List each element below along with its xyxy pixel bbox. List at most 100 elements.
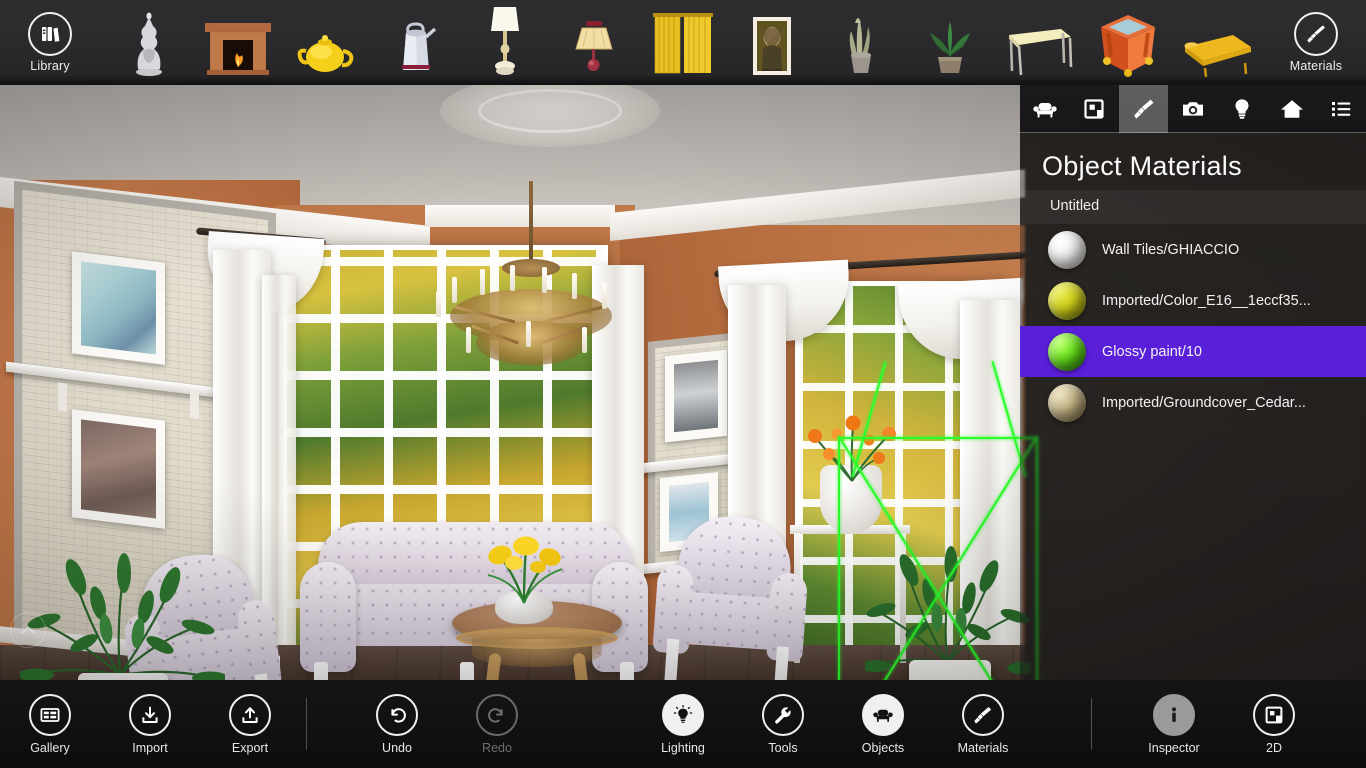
- orange-flower-arrangement: [795, 415, 910, 485]
- redo-label: Redo: [482, 740, 512, 755]
- paintbrush-icon: [962, 693, 1004, 736]
- panel-tab-objects[interactable]: [1020, 85, 1069, 133]
- material-swatch-1: [1048, 281, 1086, 320]
- toolbar-divider-2: [1091, 698, 1092, 750]
- material-row-0[interactable]: Wall Tiles/GHIACCIO: [1020, 224, 1366, 275]
- toolbar-divider-1: [306, 698, 307, 750]
- application-window: Library Materials Object Materials Untit…: [0, 0, 1366, 768]
- redo-button[interactable]: Redo: [447, 680, 547, 768]
- sofa-arm-left: [300, 562, 356, 672]
- plant-right[interactable]: [859, 520, 1039, 680]
- panel-tab-bar[interactable]: [1020, 85, 1366, 133]
- export-icon: [229, 693, 271, 736]
- chandelier-tier-lower: [476, 321, 586, 365]
- gallery-button[interactable]: Gallery: [0, 680, 100, 768]
- lightbulb-icon: [1235, 98, 1249, 119]
- material-row-1[interactable]: Imported/Color_E16__1eccf35...: [1020, 275, 1366, 326]
- material-swatch-3: [1048, 383, 1086, 422]
- library-item-cactus-plant[interactable]: [818, 5, 904, 81]
- library-button[interactable]: Library: [0, 0, 100, 85]
- wall-art-3: [665, 349, 727, 443]
- inspector-group: Inspector 2D: [1124, 680, 1324, 768]
- material-swatch-0: [1048, 230, 1086, 269]
- library-item-yellow-teapot[interactable]: [284, 5, 370, 81]
- floorplan-icon: [1253, 693, 1295, 736]
- library-item-potted-plant[interactable]: [907, 5, 993, 81]
- panel-tab-floorplan[interactable]: [1069, 85, 1118, 133]
- chandelier-rod: [529, 181, 533, 265]
- plant-pot-right: [909, 660, 991, 680]
- chandelier-candle: [542, 267, 547, 293]
- object-materials-panel[interactable]: Object Materials Untitled Wall Tiles/GHI…: [1020, 85, 1366, 680]
- wall-art-1: [72, 251, 165, 365]
- 2d-button[interactable]: 2D: [1224, 680, 1324, 768]
- panel-tab-materials[interactable]: [1118, 85, 1169, 133]
- chandelier-candle: [572, 273, 577, 299]
- home-icon: [1280, 99, 1303, 118]
- chandelier[interactable]: [430, 181, 630, 371]
- material-row-2[interactable]: Glossy paint/10: [1020, 326, 1366, 377]
- info-icon: [1153, 693, 1195, 736]
- collapse-toolbar-button[interactable]: [10, 612, 46, 648]
- material-list[interactable]: Wall Tiles/GHIACCIO Imported/Color_E16__…: [1020, 224, 1366, 428]
- bottom-toolbar: Gallery Import Export Undo Redo Lighting…: [0, 680, 1366, 768]
- 2d-label: 2D: [1266, 740, 1282, 755]
- material-row-3[interactable]: Imported/Groundcover_Cedar...: [1020, 377, 1366, 428]
- library-item-yellow-curtains[interactable]: [640, 5, 726, 81]
- lighting-button[interactable]: Lighting: [633, 680, 733, 768]
- chandelier-candle: [602, 283, 607, 309]
- panel-tab-list[interactable]: [1317, 85, 1366, 133]
- library-item-mona-lisa-painting[interactable]: [729, 5, 815, 81]
- library-toolbar: Library Materials: [0, 0, 1366, 85]
- undo-button[interactable]: Undo: [347, 680, 447, 768]
- import-icon: [129, 693, 171, 736]
- library-item-brick-fireplace[interactable]: [195, 5, 281, 81]
- import-button[interactable]: Import: [100, 680, 200, 768]
- library-item-watering-can[interactable]: [373, 5, 459, 81]
- plant-pot-left: [78, 673, 168, 680]
- materials-label: Materials: [957, 740, 1009, 755]
- panel-tab-home[interactable]: [1267, 85, 1316, 133]
- library-item-wooden-table[interactable]: [996, 5, 1082, 81]
- tools-button[interactable]: Tools: [733, 680, 833, 768]
- library-item-yellow-bed[interactable]: [1174, 5, 1260, 81]
- panel-tab-camera[interactable]: [1168, 85, 1217, 133]
- undo-icon: [376, 693, 418, 736]
- library-item-orange-side-table[interactable]: [1085, 5, 1171, 81]
- objects-button[interactable]: Objects: [833, 680, 933, 768]
- shelf-bracket: [58, 382, 67, 412]
- paintbrush-icon: [1294, 12, 1338, 56]
- editor-modes-group: Lighting Tools Objects Materials: [633, 680, 1033, 768]
- ceiling-medallion-ring: [478, 89, 622, 133]
- history-group: Undo Redo: [347, 680, 547, 768]
- inspector-button[interactable]: Inspector: [1124, 680, 1224, 768]
- library-button-label: Library: [30, 59, 70, 73]
- library-thumbnail-strip[interactable]: [100, 0, 1266, 85]
- panel-tab-lighting[interactable]: [1218, 85, 1267, 133]
- library-item-floor-lamp[interactable]: [462, 5, 548, 81]
- books-icon: [28, 12, 72, 56]
- library-item-wall-sconce[interactable]: [551, 5, 637, 81]
- library-materials-label: Materials: [1289, 59, 1343, 73]
- gallery-icon: [29, 693, 71, 736]
- chandelier-candle: [436, 291, 441, 317]
- export-button[interactable]: Export: [200, 680, 300, 768]
- chandelier-candle: [510, 265, 515, 291]
- material-label-2: Glossy paint/10: [1102, 343, 1202, 360]
- sofa-leg: [620, 662, 634, 680]
- armchair-icon: [862, 693, 904, 736]
- material-label-1: Imported/Color_E16__1eccf35...: [1102, 292, 1311, 309]
- material-swatch-2: [1048, 332, 1086, 371]
- floorplan-icon: [1084, 98, 1104, 119]
- chandelier-candle: [480, 269, 485, 295]
- redo-icon: [476, 693, 518, 736]
- lightbulb-icon: [662, 693, 704, 736]
- library-materials-button[interactable]: Materials: [1266, 0, 1366, 85]
- plant-left[interactable]: [18, 525, 228, 680]
- undo-label: Undo: [382, 740, 412, 755]
- armchair-right[interactable]: [648, 512, 812, 680]
- materials-button[interactable]: Materials: [933, 680, 1033, 768]
- import-label: Import: [132, 740, 168, 755]
- chandelier-candle: [466, 327, 471, 353]
- library-item-silver-vase[interactable]: [106, 5, 192, 81]
